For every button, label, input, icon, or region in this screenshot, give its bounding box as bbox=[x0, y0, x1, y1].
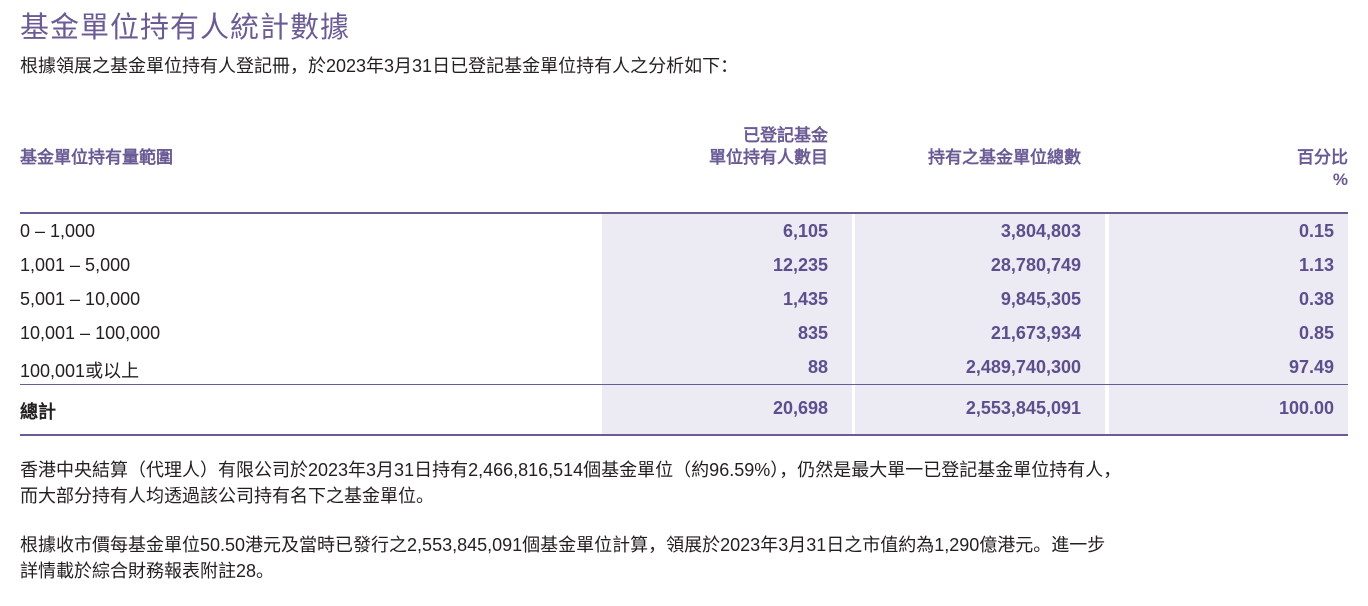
table-row: 0 – 1,000 6,105 3,804,803 0.15 bbox=[20, 214, 1348, 248]
table-row: 5,001 – 10,000 1,435 9,845,305 0.38 bbox=[20, 282, 1348, 316]
table-row: 1,001 – 5,000 12,235 28,780,749 1.13 bbox=[20, 248, 1348, 282]
note-paragraph-hkscc: 香港中央結算（代理人）有限公司於2023年3月31日持有2,466,816,51… bbox=[20, 457, 1350, 509]
header-percent-line2: % bbox=[1332, 170, 1348, 189]
header-holders: 已登記基金 單位持有人數目 bbox=[709, 125, 828, 169]
row-range: 5,001 – 10,000 bbox=[20, 289, 141, 309]
page: 基金單位持有人統計數據 根據領展之基金單位持有人登記冊，於2023年3月31日已… bbox=[0, 0, 1368, 606]
header-holders-line1: 已登記基金 bbox=[743, 126, 828, 145]
header-holders-line2: 單位持有人數目 bbox=[709, 148, 828, 167]
table-total-rule bbox=[20, 384, 1348, 385]
row-percent: 0.38 bbox=[1298, 289, 1334, 309]
holders-table: 基金單位持有量範圍 已登記基金 單位持有人數目 持有之基金單位總數 百分比 % … bbox=[20, 0, 1348, 436]
table-total-row: 總計 20,698 2,553,845,091 100.00 bbox=[20, 391, 1348, 425]
total-label: 總計 bbox=[20, 402, 56, 422]
row-holders: 1,435 bbox=[782, 289, 828, 309]
row-holders: 835 bbox=[797, 323, 828, 343]
note-paragraph-market-cap: 根據收市價每基金單位50.50港元及當時已發行之2,553,845,091個基金… bbox=[20, 532, 1350, 584]
row-percent: 0.85 bbox=[1298, 323, 1334, 343]
row-holders: 12,235 bbox=[772, 255, 828, 275]
table-bottom-rule bbox=[20, 434, 1348, 436]
note-line: 香港中央結算（代理人）有限公司於2023年3月31日持有2,466,816,51… bbox=[20, 460, 1122, 480]
row-range: 0 – 1,000 bbox=[20, 221, 96, 241]
row-percent: 97.49 bbox=[1288, 357, 1334, 377]
table-row: 10,001 – 100,000 835 21,673,934 0.85 bbox=[20, 316, 1348, 350]
row-percent: 0.15 bbox=[1298, 221, 1334, 241]
total-units: 2,553,845,091 bbox=[965, 398, 1081, 418]
total-percent: 100.00 bbox=[1278, 398, 1334, 418]
note-line: 而大部分持有人均透過該公司持有名下之基金單位。 bbox=[20, 486, 434, 506]
header-range: 基金單位持有量範圍 bbox=[20, 148, 173, 167]
row-units: 21,673,934 bbox=[990, 323, 1081, 343]
row-units: 28,780,749 bbox=[990, 255, 1081, 275]
total-holders: 20,698 bbox=[772, 398, 828, 418]
note-line: 根據收市價每基金單位50.50港元及當時已發行之2,553,845,091個基金… bbox=[20, 535, 1106, 555]
row-units: 3,804,803 bbox=[1000, 221, 1081, 241]
header-percent-line1: 百分比 bbox=[1297, 148, 1348, 167]
note-line: 詳情載於綜合財務報表附註28。 bbox=[20, 561, 275, 581]
row-range: 1,001 – 5,000 bbox=[20, 255, 131, 275]
row-units: 2,489,740,300 bbox=[965, 357, 1081, 377]
row-holders: 88 bbox=[807, 357, 828, 377]
table-row: 100,001或以上 88 2,489,740,300 97.49 bbox=[20, 350, 1348, 384]
header-units: 持有之基金單位總數 bbox=[928, 148, 1081, 167]
row-units: 9,845,305 bbox=[1000, 289, 1081, 309]
row-range: 100,001或以上 bbox=[20, 361, 140, 381]
row-range: 10,001 – 100,000 bbox=[20, 323, 161, 343]
row-percent: 1.13 bbox=[1298, 255, 1334, 275]
row-holders: 6,105 bbox=[782, 221, 828, 241]
header-percent: 百分比 % bbox=[1248, 147, 1348, 191]
